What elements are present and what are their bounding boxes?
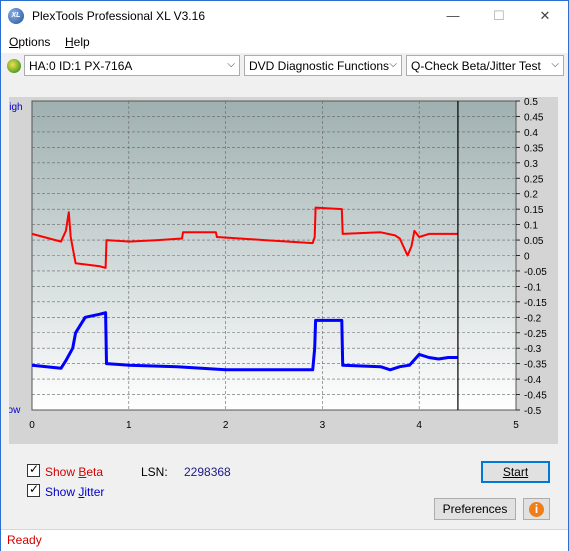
y-tick-label: 0.05 bbox=[524, 236, 544, 247]
main-window: XL PlexTools Professional XL V3.16 — ☐ ✕… bbox=[0, 0, 569, 551]
function-select[interactable]: DVD Diagnostic Functions ⌵ bbox=[244, 55, 402, 76]
y-tick-label: 0.3 bbox=[524, 159, 538, 170]
menu-options[interactable]: Options bbox=[9, 35, 50, 49]
maximize-button[interactable]: ☐ bbox=[476, 1, 522, 31]
menu-help-rest: elp bbox=[73, 35, 90, 49]
test-select-value: Q-Check Beta/Jitter Test bbox=[411, 59, 541, 73]
beta-jitter-chart: 0.5 0.45 0.4 0.35 0.3 0.25 0.2 0.15 0.1 0.05 0 -0.0… bbox=[9, 97, 547, 431]
test-select[interactable]: Q-Check Beta/Jitter Test ⌵ bbox=[406, 55, 564, 76]
menu-options-accel: O bbox=[9, 35, 19, 49]
title-bar[interactable]: XL PlexTools Professional XL V3.16 — ☐ ✕ bbox=[1, 1, 568, 31]
lsn-label: LSN: bbox=[141, 465, 168, 479]
x-tick-label: 2 bbox=[223, 420, 229, 431]
y-tick-label: 0.45 bbox=[524, 112, 544, 123]
start-button-label: Start bbox=[502, 465, 529, 479]
drive-select-value: HA:0 ID:1 PX-716A bbox=[29, 59, 133, 73]
menu-bar: Options Help bbox=[1, 31, 568, 53]
show-beta-checkbox[interactable]: ✓ bbox=[27, 462, 40, 477]
show-beta-text-rest: eta bbox=[86, 465, 104, 479]
show-jitter-label[interactable]: Show Jitter bbox=[45, 485, 104, 499]
status-bar: Ready bbox=[1, 529, 568, 551]
menu-help-accel: H bbox=[65, 35, 74, 49]
y-tick-label: -0.25 bbox=[524, 329, 547, 340]
chevron-down-icon: ⌵ bbox=[389, 59, 397, 70]
y-tick-label: 0.1 bbox=[524, 221, 538, 232]
status-text: Ready bbox=[7, 533, 42, 547]
chevron-down-icon: ⌵ bbox=[227, 59, 235, 70]
info-icon: i bbox=[529, 502, 544, 517]
y-tick-label: 0 bbox=[524, 252, 530, 263]
start-button[interactable]: Start bbox=[481, 461, 550, 483]
y-tick-label: 0.35 bbox=[524, 143, 544, 154]
y-tick-label: 0.5 bbox=[524, 97, 538, 108]
drive-icon bbox=[7, 59, 21, 73]
check-icon: ✓ bbox=[29, 482, 40, 496]
show-jitter-text: Show bbox=[45, 485, 79, 499]
y-tick-label: 0.4 bbox=[524, 128, 538, 139]
menu-options-rest: ptions bbox=[18, 35, 51, 49]
show-jitter-text-rest: itter bbox=[84, 485, 105, 499]
high-label: High bbox=[9, 102, 23, 113]
function-select-value: DVD Diagnostic Functions bbox=[249, 59, 390, 73]
x-tick-label: 3 bbox=[320, 420, 326, 431]
y-tick-label: -0.4 bbox=[524, 375, 542, 386]
y-tick-label: 0.15 bbox=[524, 205, 544, 216]
minimize-button[interactable]: — bbox=[430, 1, 476, 31]
low-label: Low bbox=[9, 405, 21, 416]
lsn-value: 2298368 bbox=[184, 465, 231, 479]
chart-panel: 0.5 0.45 0.4 0.35 0.3 0.25 0.2 0.15 0.1 0.05 0 -0.0… bbox=[9, 97, 558, 444]
y-tick-label: -0.05 bbox=[524, 267, 547, 278]
x-tick-label: 5 bbox=[513, 420, 519, 431]
y-tick-label: -0.45 bbox=[524, 391, 547, 402]
info-button[interactable]: i bbox=[523, 498, 550, 520]
check-icon: ✓ bbox=[29, 462, 40, 476]
drive-select[interactable]: HA:0 ID:1 PX-716A ⌵ bbox=[24, 55, 240, 76]
chevron-down-icon: ⌵ bbox=[551, 59, 559, 70]
preferences-button[interactable]: Preferences bbox=[434, 498, 516, 520]
menu-help[interactable]: Help bbox=[65, 35, 90, 49]
y-tick-label: 0.25 bbox=[524, 174, 544, 185]
y-tick-label: -0.3 bbox=[524, 344, 542, 355]
toolbar: HA:0 ID:1 PX-716A ⌵ DVD Diagnostic Funct… bbox=[1, 53, 568, 81]
show-beta-label[interactable]: Show Beta bbox=[45, 465, 103, 479]
show-jitter-checkbox[interactable]: ✓ bbox=[27, 482, 40, 497]
y-tick-label: -0.35 bbox=[524, 360, 547, 371]
app-icon: XL bbox=[8, 8, 24, 24]
window-title: PlexTools Professional XL V3.16 bbox=[32, 9, 205, 23]
show-beta-text: Show bbox=[45, 465, 79, 479]
x-tick-label: 4 bbox=[416, 420, 422, 431]
y-tick-label: 0.2 bbox=[524, 190, 538, 201]
y-tick-label: -0.1 bbox=[524, 282, 542, 293]
x-tick-label: 1 bbox=[126, 420, 132, 431]
close-button[interactable]: ✕ bbox=[522, 1, 568, 31]
y-tick-label: -0.15 bbox=[524, 298, 547, 309]
y-tick-label: -0.2 bbox=[524, 313, 542, 324]
y-tick-label: -0.5 bbox=[524, 406, 542, 417]
x-tick-label: 0 bbox=[29, 420, 35, 431]
